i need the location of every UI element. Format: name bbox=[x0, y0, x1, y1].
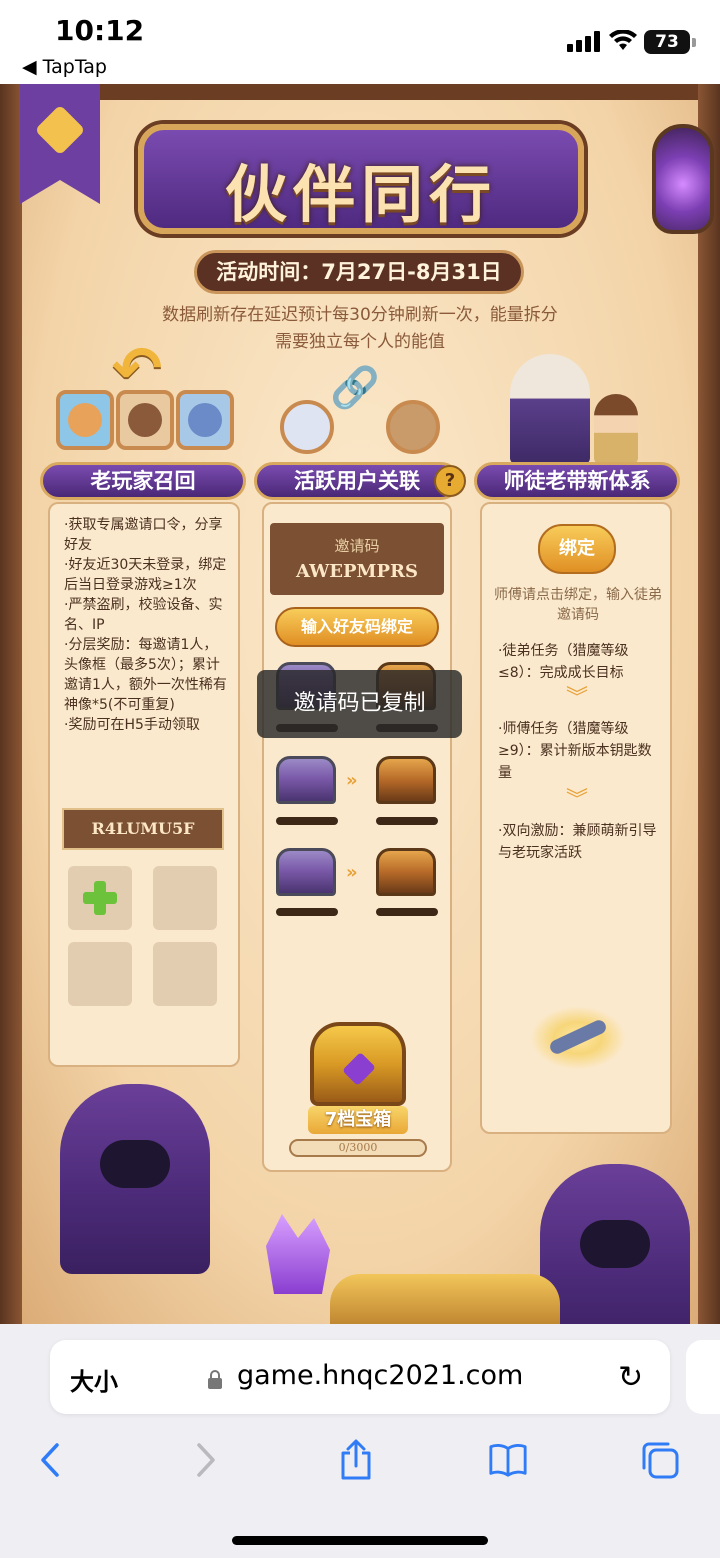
tier7-treasure-chest-icon[interactable] bbox=[310, 1022, 406, 1106]
page-title: 伙伴同行 bbox=[224, 158, 497, 231]
url-text[interactable]: game.hnqc2021.com bbox=[237, 1360, 523, 1391]
mentor-task: ·师傅任务（猎魔等级≥9）：累计新版本钥匙数量 bbox=[498, 721, 652, 781]
wood-frame-left bbox=[0, 84, 22, 1324]
bind-friend-code-button[interactable]: 输入好友码绑定 bbox=[275, 607, 439, 647]
chest-purple-icon[interactable] bbox=[276, 848, 336, 896]
text-size-button[interactable]: 大小 bbox=[70, 1362, 118, 1397]
section-header-recall: 老玩家召回 bbox=[40, 462, 246, 500]
energy-progress-bar: 0/3000 bbox=[289, 1139, 427, 1157]
rule-item: ·奖励可在H5手动领取 bbox=[64, 717, 200, 733]
invite-code-value: AWEPMPRS bbox=[296, 561, 418, 582]
recall-rules: ·获取专属邀请口令，分享好友 ·好友近30天未登录，绑定后当日登录游戏≥1次 ·… bbox=[64, 515, 230, 735]
right-imp-mascot bbox=[540, 1164, 690, 1324]
section-header-link: 活跃用户关联 bbox=[254, 462, 460, 500]
status-time: 10:12 bbox=[55, 14, 145, 47]
rule-item: ·好友近30天未登录，绑定后当日登录游戏≥1次 bbox=[64, 557, 227, 593]
mentor-wizard-image bbox=[510, 354, 590, 464]
chest-progress-bar bbox=[376, 817, 438, 825]
friend-slot[interactable] bbox=[68, 942, 132, 1006]
home-indicator[interactable] bbox=[232, 1536, 488, 1545]
help-icon[interactable]: ? bbox=[434, 465, 466, 497]
chest-purple-icon[interactable] bbox=[276, 756, 336, 804]
chest-gold-icon[interactable] bbox=[376, 756, 436, 804]
battery-cap bbox=[692, 38, 696, 47]
plus-icon bbox=[83, 881, 117, 915]
title-plaque: 伙伴同行 bbox=[138, 124, 584, 234]
lock-icon bbox=[208, 1370, 222, 1389]
bind-hint: 师傅请点击绑定，输入徒弟邀请码 bbox=[494, 587, 662, 623]
copied-toast: 邀请码已复制 bbox=[257, 670, 462, 738]
forward-button[interactable] bbox=[186, 1438, 226, 1482]
back-button[interactable] bbox=[30, 1438, 70, 1482]
mutual-incentive: ·双向激励：兼顾萌新引导与老玩家活跃 bbox=[498, 823, 657, 861]
chevron-left-icon bbox=[41, 1443, 59, 1477]
share-button[interactable] bbox=[336, 1438, 376, 1482]
next-tab-peek[interactable] bbox=[686, 1340, 720, 1414]
avatar-card-monkey bbox=[116, 390, 174, 450]
guild-banner-icon bbox=[20, 84, 100, 204]
invite-code-box[interactable]: 邀请码 AWEPMPRS bbox=[270, 523, 444, 595]
lantern-icon bbox=[652, 124, 714, 234]
down-chevron-icon: ︾ bbox=[566, 788, 589, 813]
status-bar: 10:12 ◀ TapTap 73 bbox=[0, 0, 720, 84]
double-chevron-icon: » bbox=[346, 862, 358, 883]
game-page: 伙伴同行 活动时间：7月27日-8月31日 数据刷新存在延迟预计每30分钟刷新一… bbox=[0, 84, 720, 1324]
cat-avatar bbox=[280, 400, 334, 454]
event-time: 活动时间：7月27日-8月31日 bbox=[194, 250, 524, 294]
signal-icon bbox=[567, 30, 601, 52]
boy-avatar bbox=[386, 400, 440, 454]
bind-button[interactable]: 绑定 bbox=[538, 524, 616, 574]
apprentice-task: ·徒弟任务（猎魔等级≤8）：完成成长目标 bbox=[498, 643, 629, 681]
imp-face bbox=[580, 1220, 650, 1268]
chest-progress-bar bbox=[376, 908, 438, 916]
address-bar[interactable]: 大小 game.hnqc2021.com ↻ bbox=[50, 1340, 670, 1414]
my-invite-code[interactable]: R4LUMU5F bbox=[62, 808, 224, 850]
chest-gold-icon[interactable] bbox=[376, 848, 436, 896]
treasure-pile-image bbox=[330, 1274, 560, 1324]
section-header-mentor: 师徒老带新体系 bbox=[474, 462, 680, 500]
chevron-right-icon bbox=[197, 1443, 215, 1477]
add-friend-slot[interactable] bbox=[68, 866, 132, 930]
avatar-card-dragon bbox=[176, 390, 234, 450]
reload-icon[interactable]: ↻ bbox=[618, 1360, 643, 1395]
back-to-app-link[interactable]: ◀ TapTap bbox=[22, 56, 107, 78]
tabs-button[interactable] bbox=[640, 1438, 680, 1482]
battery-icon: 73 bbox=[644, 30, 690, 54]
double-chevron-icon: » bbox=[346, 770, 358, 791]
keys-icon bbox=[530, 1006, 626, 1070]
friend-slot[interactable] bbox=[153, 866, 217, 930]
down-chevron-icon: ︾ bbox=[566, 686, 589, 711]
rule-item: ·获取专属邀请口令，分享好友 bbox=[64, 517, 223, 553]
rule-item: ·严禁盗刷，校验设备、实名、IP bbox=[64, 597, 223, 633]
tabs-icon bbox=[642, 1442, 679, 1479]
chain-link-icon: 🔗 bbox=[330, 365, 380, 411]
apprentice-image bbox=[594, 394, 638, 464]
chest-progress-bar bbox=[276, 908, 338, 916]
imp-face bbox=[100, 1140, 170, 1188]
avatar-card-dog bbox=[56, 390, 114, 450]
wood-frame-top bbox=[0, 84, 720, 100]
chest-tier-label: 7档宝箱 bbox=[308, 1106, 408, 1134]
left-imp-mascot bbox=[60, 1084, 210, 1274]
refresh-notice: 数据刷新存在延迟预计每30分钟刷新一次，能量拆分需要独立每个人的能值 bbox=[162, 305, 558, 352]
invite-code-label: 邀请码 bbox=[334, 537, 380, 555]
bookmarks-button[interactable] bbox=[488, 1438, 528, 1482]
friend-slot[interactable] bbox=[153, 942, 217, 1006]
wood-frame-right bbox=[698, 84, 720, 1324]
wifi-icon bbox=[609, 30, 637, 50]
chest-progress-bar bbox=[276, 817, 338, 825]
browser-toolbar: 大小 game.hnqc2021.com ↻ bbox=[0, 1324, 720, 1558]
book-icon bbox=[489, 1443, 527, 1477]
share-icon bbox=[341, 1439, 371, 1480]
crystal-cluster-icon bbox=[266, 1214, 330, 1294]
rule-item: ·分层奖励：每邀请1人，头像框（最多5次）；累计邀请1人，额外一次性稀有神像*5… bbox=[64, 637, 227, 713]
